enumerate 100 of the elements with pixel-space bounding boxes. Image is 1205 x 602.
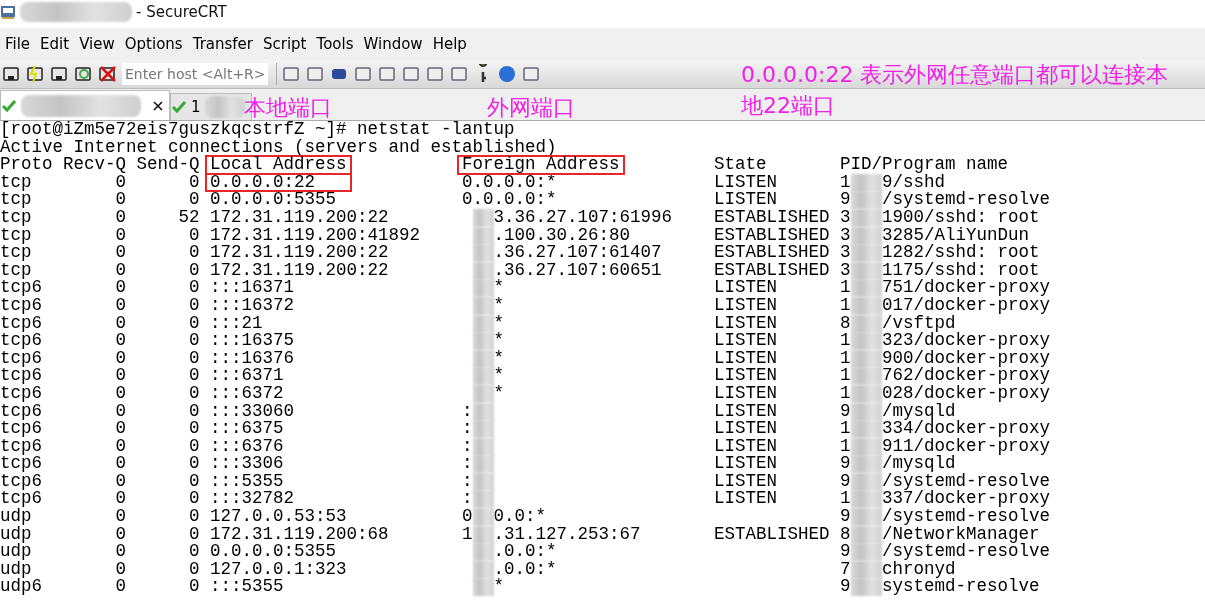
state-cell: LISTEN	[714, 314, 778, 333]
foreign-address-cell: *	[493, 367, 505, 385]
menu-item[interactable]: Options	[123, 35, 190, 53]
proto-cell: udp	[0, 543, 32, 561]
program-cell: /vsftpd	[882, 314, 956, 333]
redaction-blur	[850, 420, 883, 439]
program-cell: /systemd-resolve	[882, 191, 1051, 209]
recv-q-cell: 0	[115, 384, 126, 403]
redaction-blur	[850, 367, 883, 386]
recv-q-cell: 0	[115, 420, 126, 438]
send-q-cell: 0	[189, 349, 200, 368]
foreign-address-cell: *	[493, 332, 505, 350]
menu-item[interactable]: Window	[362, 35, 430, 53]
pid-cell: 1	[840, 367, 851, 385]
refresh-icon[interactable]	[74, 64, 94, 84]
proto-cell: tcp	[0, 261, 32, 280]
state-cell: LISTEN	[714, 332, 778, 350]
proto-cell: udp6	[0, 578, 42, 597]
proto-cell: tcp6	[0, 437, 42, 456]
menu-item[interactable]: Transfer	[191, 35, 260, 53]
recv-q-cell: 0	[115, 560, 126, 579]
menu-item[interactable]: Help	[431, 35, 474, 53]
menu-item[interactable]: File	[4, 35, 38, 53]
foreign-address-cell: :	[462, 437, 473, 456]
program-cell: 337/docker-proxy	[882, 490, 1051, 509]
send-q-cell: 0	[189, 560, 200, 579]
local-address-cell: 172.31.119.200:68	[210, 525, 389, 544]
menu-item[interactable]: View	[78, 35, 122, 53]
redaction-blur	[850, 490, 883, 509]
state-cell: LISTEN	[714, 402, 778, 421]
program-cell: 1900/sshd: root	[882, 208, 1040, 227]
pid-cell: 1	[840, 279, 851, 297]
proto-cell: tcp6	[0, 332, 42, 350]
column-header: Send-Q	[136, 156, 200, 174]
recv-q-cell: 0	[115, 525, 126, 544]
redaction-blur	[850, 508, 883, 527]
pid-cell: 3	[840, 226, 851, 245]
local-address-cell: 172.31.119.200:41892	[210, 226, 421, 245]
redaction-blur	[850, 173, 883, 192]
state-cell: LISTEN	[714, 279, 778, 297]
program-cell: chronyd	[882, 560, 956, 579]
state-cell: LISTEN	[714, 437, 778, 456]
program-cell: 911/docker-proxy	[882, 437, 1051, 456]
recv-q-cell: 0	[115, 314, 126, 333]
foreign-address-cell: .31.127.253:67	[493, 525, 641, 544]
host-field[interactable]: Enter host <Alt+R>	[122, 63, 268, 85]
foreign-address-cell: *	[493, 314, 505, 333]
check-icon	[1, 97, 17, 114]
send-q-cell: 0	[189, 332, 200, 350]
pid-cell: 3	[840, 261, 851, 280]
proto-cell: tcp6	[0, 279, 42, 297]
pid-cell: 1	[840, 437, 851, 456]
proto-cell: tcp6	[0, 296, 42, 315]
pid-cell: 1	[840, 332, 851, 350]
help-icon[interactable]	[497, 64, 517, 84]
tab-label: 1	[191, 98, 201, 116]
recv-q-cell: 0	[115, 472, 126, 491]
proto-cell: tcp6	[0, 402, 42, 421]
proto-cell: tcp6	[0, 472, 42, 491]
recv-q-cell: 0	[115, 578, 126, 597]
recv-q-cell: 0	[115, 226, 126, 245]
program-cell: systemd-resolve	[882, 578, 1040, 597]
foreign-address-cell: 0.0:*	[493, 508, 547, 526]
send-q-cell: 0	[189, 296, 200, 315]
pid-cell: 9	[840, 455, 851, 473]
foreign-address-cell: 0.0.0.0:*	[462, 191, 557, 209]
local-address-cell: :::6372	[210, 384, 284, 403]
state-cell: ESTABLISHED	[714, 525, 830, 544]
foreign-address-cell: .0.0:*	[493, 560, 557, 579]
program-cell: 1282/sshd: root	[882, 244, 1040, 262]
menu-item[interactable]: Tools	[315, 35, 361, 53]
state-cell: LISTEN	[714, 472, 778, 491]
proto-cell: tcp6	[0, 384, 42, 403]
send-q-cell: 0	[189, 226, 200, 245]
local-address-cell: :::5355	[210, 472, 284, 491]
program-cell: 017/docker-proxy	[882, 296, 1051, 315]
proto-cell: tcp6	[0, 420, 42, 438]
terminal-line: [root@iZm5e72eis7guszkqcstrfZ ~]# netstat -lantup	[0, 121, 515, 139]
lightning-icon[interactable]	[26, 64, 46, 84]
recv-q-cell: 0	[115, 367, 126, 385]
program-cell: /mysqld	[882, 455, 956, 473]
recv-q-cell: 0	[115, 173, 126, 192]
close-icon[interactable]	[153, 100, 163, 111]
menu-item[interactable]: Edit	[39, 35, 77, 53]
recv-q-cell: 0	[115, 332, 126, 350]
pid-cell: 9	[840, 578, 851, 597]
redaction-blur	[850, 455, 883, 474]
foreign-address-cell: .100.30.26:80	[493, 226, 631, 245]
send-q-cell: 0	[189, 420, 200, 438]
send-q-cell: 0	[189, 173, 200, 192]
pid-cell: 1	[840, 173, 851, 192]
foreign-address-cell: .36.27.107:60651	[493, 261, 662, 280]
send-q-cell: 0	[189, 191, 200, 209]
proto-cell: tcp6	[0, 367, 42, 385]
state-cell: ESTABLISHED	[714, 208, 830, 227]
disconnect-icon[interactable]	[98, 64, 118, 84]
annotation-note: 0.0.0.0:22 表示外网任意端口都可以连接本地22端口	[741, 61, 1170, 120]
redaction-blur	[850, 332, 883, 351]
menu-item[interactable]: Script	[262, 35, 314, 53]
pid-cell: 1	[840, 384, 851, 403]
